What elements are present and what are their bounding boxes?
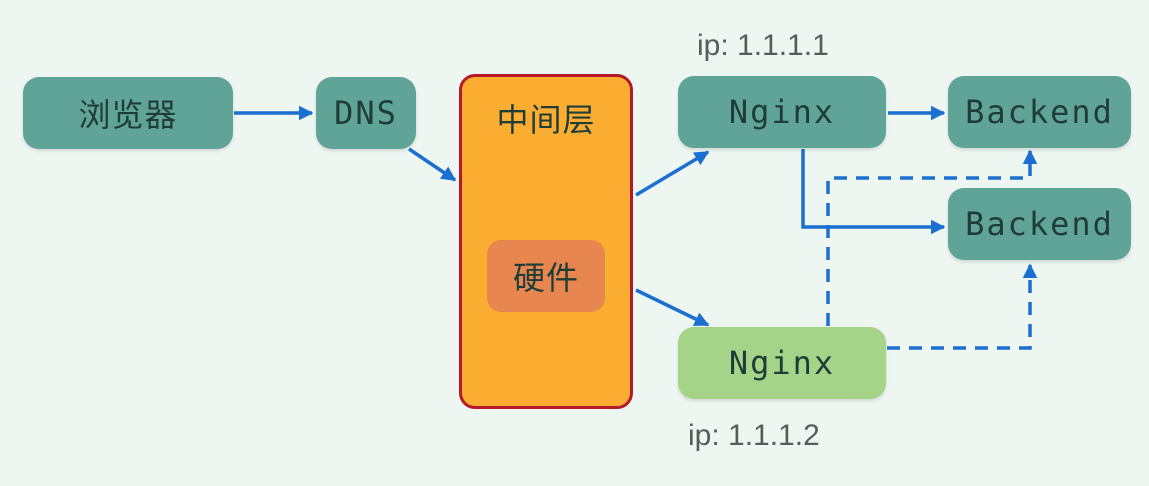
nginx-primary-label: Nginx (728, 93, 836, 131)
arrow-middle-layer-to-nginx-secondary (635, 288, 710, 327)
arrow-middle-layer-to-nginx-primary (635, 150, 710, 197)
nginx-primary-ip-label: ip: 1.1.1.1 (697, 29, 829, 62)
dashed-arrow-nginx-secondary-to-backend-bottom (887, 263, 1038, 350)
backend-bottom-label: Backend (965, 205, 1114, 243)
browser-node: 浏览器 (23, 77, 233, 149)
hardware-label: 硬件 (512, 259, 579, 297)
nginx-secondary-label: Nginx (728, 344, 836, 382)
hardware-node: 硬件 (487, 240, 605, 312)
arrow-nginx-primary-to-backend-bottom (801, 149, 946, 235)
browser-label: 浏览器 (78, 96, 178, 134)
backend-bottom-node: Backend (948, 188, 1131, 260)
dns-label: DNS (334, 94, 398, 132)
nginx-primary-node: Nginx (678, 76, 886, 148)
arrow-dns-to-middle-layer (408, 147, 457, 182)
backend-top-node: Backend (948, 76, 1131, 148)
backend-top-label: Backend (965, 93, 1114, 131)
architecture-diagram: 浏览器 DNS 中间层 硬件 ip: 1.1.1.1 Nginx Nginx i… (0, 0, 1149, 486)
middle-layer-label: 中间层 (496, 101, 596, 139)
dns-node: DNS (316, 77, 416, 149)
nginx-secondary-node: Nginx (678, 327, 886, 399)
nginx-secondary-ip-label: ip: 1.1.1.2 (688, 419, 820, 452)
